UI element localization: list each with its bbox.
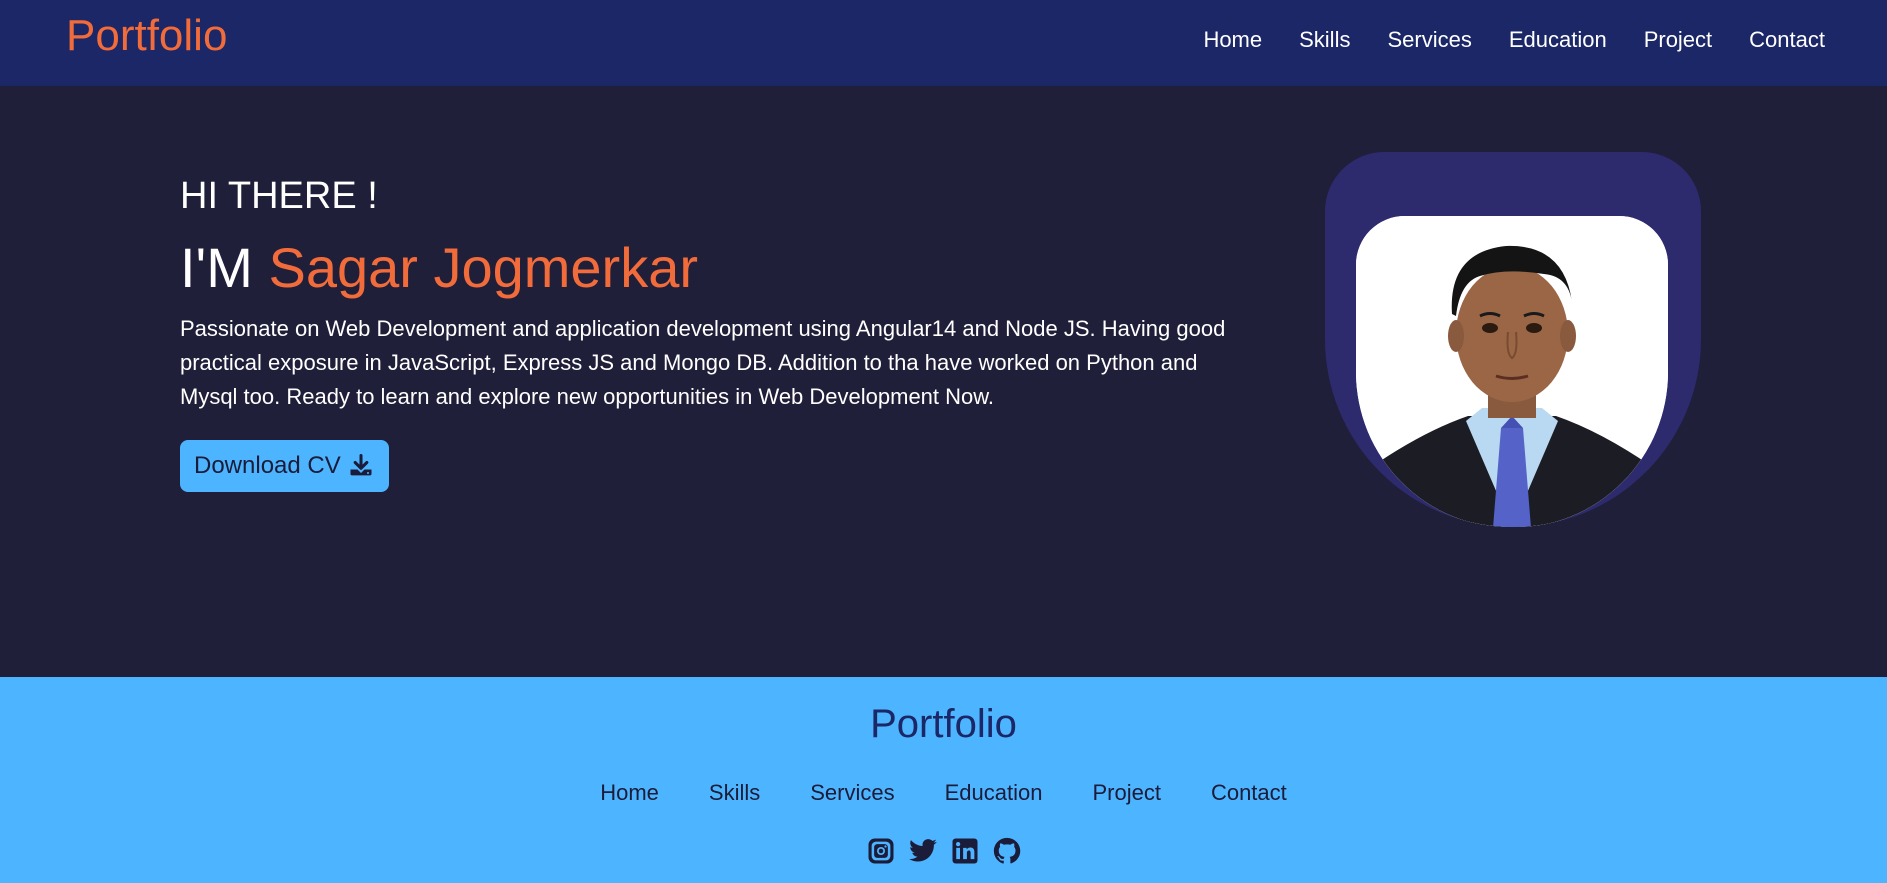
nav-links: Home Skills Services Education Project C… <box>1203 24 1825 56</box>
footer-link-services[interactable]: Services <box>810 777 894 809</box>
nav-link-project[interactable]: Project <box>1644 24 1712 56</box>
footer-link-education[interactable]: Education <box>945 777 1043 809</box>
footer-logo: Portfolio <box>870 702 1017 746</box>
footer-link-contact[interactable]: Contact <box>1211 777 1287 809</box>
social-links <box>0 836 1887 866</box>
footer-link-home[interactable]: Home <box>600 777 659 809</box>
hero-heading: I'M Sagar Jogmerkar <box>180 236 698 300</box>
instagram-icon <box>868 838 893 864</box>
profile-portrait <box>1356 216 1668 527</box>
nav-link-education[interactable]: Education <box>1509 24 1607 56</box>
instagram-link[interactable] <box>866 836 896 866</box>
github-icon <box>993 837 1020 864</box>
footer-link-skills[interactable]: Skills <box>709 777 760 809</box>
hero-section: HI THERE ! I'M Sagar Jogmerkar Passionat… <box>0 86 1887 677</box>
footer-link-project[interactable]: Project <box>1092 777 1160 809</box>
hero-intro-prefix: I'M <box>180 236 253 299</box>
twitter-link[interactable] <box>908 836 938 866</box>
footer-links: Home Skills Services Education Project C… <box>0 777 1887 809</box>
footer: Portfolio Home Skills Services Education… <box>0 677 1887 883</box>
nav-link-home[interactable]: Home <box>1203 24 1262 56</box>
nav-link-contact[interactable]: Contact <box>1749 24 1825 56</box>
site-logo[interactable]: Portfolio <box>66 10 227 62</box>
linkedin-link[interactable] <box>950 836 980 866</box>
github-link[interactable] <box>992 836 1022 866</box>
hero-greeting: HI THERE ! <box>180 175 378 217</box>
nav-link-services[interactable]: Services <box>1387 24 1471 56</box>
download-icon <box>350 453 372 476</box>
hero-name: Sagar Jogmerkar <box>268 236 698 299</box>
hero-description: Passionate on Web Development and applic… <box>180 316 1226 409</box>
navbar: Portfolio Home Skills Services Education… <box>0 0 1887 86</box>
download-cv-button[interactable]: Download CV <box>180 440 389 492</box>
profile-photo <box>1356 216 1668 527</box>
twitter-icon <box>908 839 937 862</box>
linkedin-icon <box>952 838 977 864</box>
profile-photo-frame <box>1325 152 1701 527</box>
nav-link-skills[interactable]: Skills <box>1299 24 1350 56</box>
download-cv-label: Download CV <box>194 452 341 479</box>
